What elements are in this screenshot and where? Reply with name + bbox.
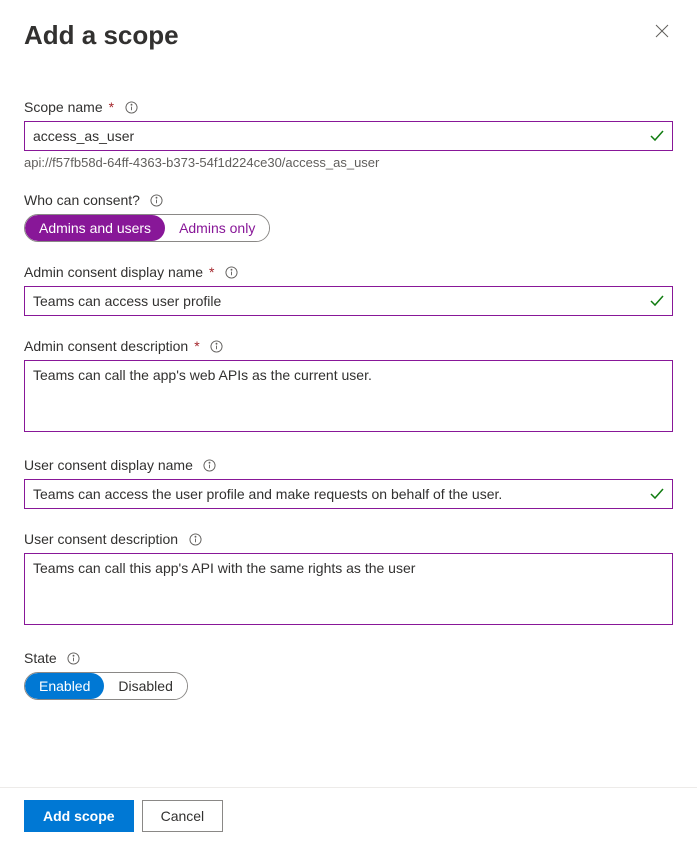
state-disabled[interactable]: Disabled [104, 673, 186, 699]
check-icon [649, 486, 665, 502]
admin-desc-group: Admin consent description * Teams can ca… [24, 338, 673, 435]
close-icon [655, 24, 669, 38]
scope-name-hint: api://f57fb58d-64ff-4363-b373-54f1d224ce… [24, 155, 673, 170]
scope-name-input[interactable] [24, 121, 673, 151]
required-indicator: * [194, 338, 199, 354]
required-indicator: * [109, 99, 114, 115]
required-indicator: * [209, 264, 214, 280]
admin-display-group: Admin consent display name * [24, 264, 673, 316]
scope-name-label: Scope name [24, 99, 103, 115]
admin-display-input[interactable] [24, 286, 673, 316]
state-group: State Enabled Disabled [24, 650, 673, 700]
info-icon[interactable] [150, 193, 164, 207]
user-display-input[interactable] [24, 479, 673, 509]
scope-name-group: Scope name * api://f57fb58d-64ff-4363-b3… [24, 99, 673, 170]
check-icon [649, 128, 665, 144]
consent-admins-users[interactable]: Admins and users [25, 215, 165, 241]
state-toggle: Enabled Disabled [24, 672, 188, 700]
info-icon[interactable] [188, 532, 202, 546]
check-icon [649, 293, 665, 309]
consent-admins-only[interactable]: Admins only [165, 215, 269, 241]
admin-desc-textarea[interactable]: Teams can call the app's web APIs as the… [24, 360, 673, 432]
user-display-label: User consent display name [24, 457, 193, 473]
info-icon[interactable] [224, 265, 238, 279]
user-desc-group: User consent description Teams can call … [24, 531, 673, 628]
cancel-button[interactable]: Cancel [142, 800, 224, 832]
consent-toggle: Admins and users Admins only [24, 214, 270, 242]
panel-title: Add a scope [24, 20, 179, 51]
user-desc-label: User consent description [24, 531, 178, 547]
user-desc-textarea[interactable]: Teams can call this app's API with the s… [24, 553, 673, 625]
admin-desc-label: Admin consent description [24, 338, 188, 354]
panel-header: Add a scope [24, 20, 673, 51]
admin-display-label: Admin consent display name [24, 264, 203, 280]
panel-footer: Add scope Cancel [0, 787, 697, 844]
close-button[interactable] [651, 20, 673, 42]
info-icon[interactable] [67, 651, 81, 665]
info-icon[interactable] [203, 458, 217, 472]
info-icon[interactable] [210, 339, 224, 353]
info-icon[interactable] [124, 100, 138, 114]
state-enabled[interactable]: Enabled [25, 673, 104, 699]
add-scope-button[interactable]: Add scope [24, 800, 134, 832]
state-label: State [24, 650, 57, 666]
consent-label: Who can consent? [24, 192, 140, 208]
user-display-group: User consent display name [24, 457, 673, 509]
consent-group: Who can consent? Admins and users Admins… [24, 192, 673, 242]
